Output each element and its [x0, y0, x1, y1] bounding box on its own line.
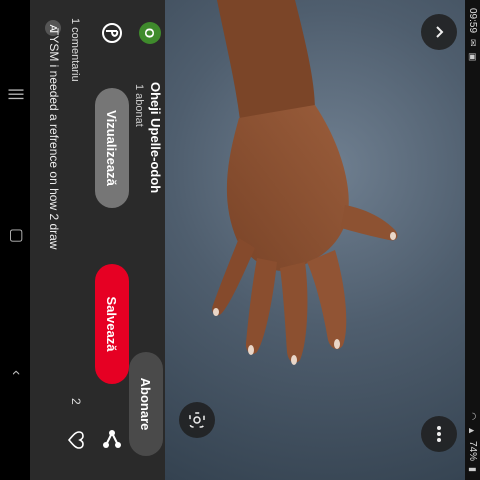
- battery-percent: 74%: [467, 441, 478, 462]
- pin-image[interactable]: [165, 0, 465, 480]
- creator-name[interactable]: Oheji Upelle-odoh: [148, 82, 163, 193]
- creator-avatar[interactable]: O: [139, 22, 161, 44]
- heart-icon[interactable]: [67, 430, 85, 450]
- save-button[interactable]: Salvează: [95, 264, 129, 384]
- view-button[interactable]: Vizualizează: [95, 88, 129, 208]
- comments-count[interactable]: 1 comentariu: [69, 18, 81, 82]
- signal-icon: ▲: [467, 426, 478, 436]
- chevron-up-icon[interactable]: [421, 14, 457, 50]
- status-time: 09:59: [467, 8, 478, 34]
- save-count: 2: [69, 398, 83, 405]
- battery-icon: ▮: [468, 467, 478, 472]
- lens-icon[interactable]: [179, 402, 215, 438]
- wifi-icon: ◠: [468, 412, 478, 421]
- pin-details-panel: O Oheji Upelle-odoh 1 abonat Abonare Viz…: [30, 0, 165, 480]
- share-icon[interactable]: [101, 428, 123, 450]
- subscribe-button[interactable]: Abonare: [129, 352, 163, 456]
- pinterest-icon[interactable]: [101, 22, 123, 44]
- nav-recents-icon[interactable]: |||: [8, 88, 25, 100]
- comment-text: TYSM i needed a refrence on how 2 draw: [47, 28, 61, 250]
- status-bar: 09:59 ✉ ▣ ◠ ▲ 74% ▮: [465, 0, 480, 480]
- image-icon: ▣: [468, 52, 478, 62]
- navigation-bar: ||| ▢ ‹: [0, 0, 30, 480]
- message-icon: ✉: [468, 39, 478, 47]
- nav-back-icon[interactable]: ‹: [8, 370, 25, 375]
- screen: 09:59 ✉ ▣ ◠ ▲ 74% ▮ O Oheji Upelle-odoh …: [0, 0, 480, 480]
- nav-home-icon[interactable]: ▢: [8, 228, 25, 243]
- creator-followers: 1 abonat: [133, 84, 145, 127]
- rotated-screen: 09:59 ✉ ▣ ◠ ▲ 74% ▮ O Oheji Upelle-odoh …: [0, 0, 480, 480]
- more-icon[interactable]: [421, 416, 457, 452]
